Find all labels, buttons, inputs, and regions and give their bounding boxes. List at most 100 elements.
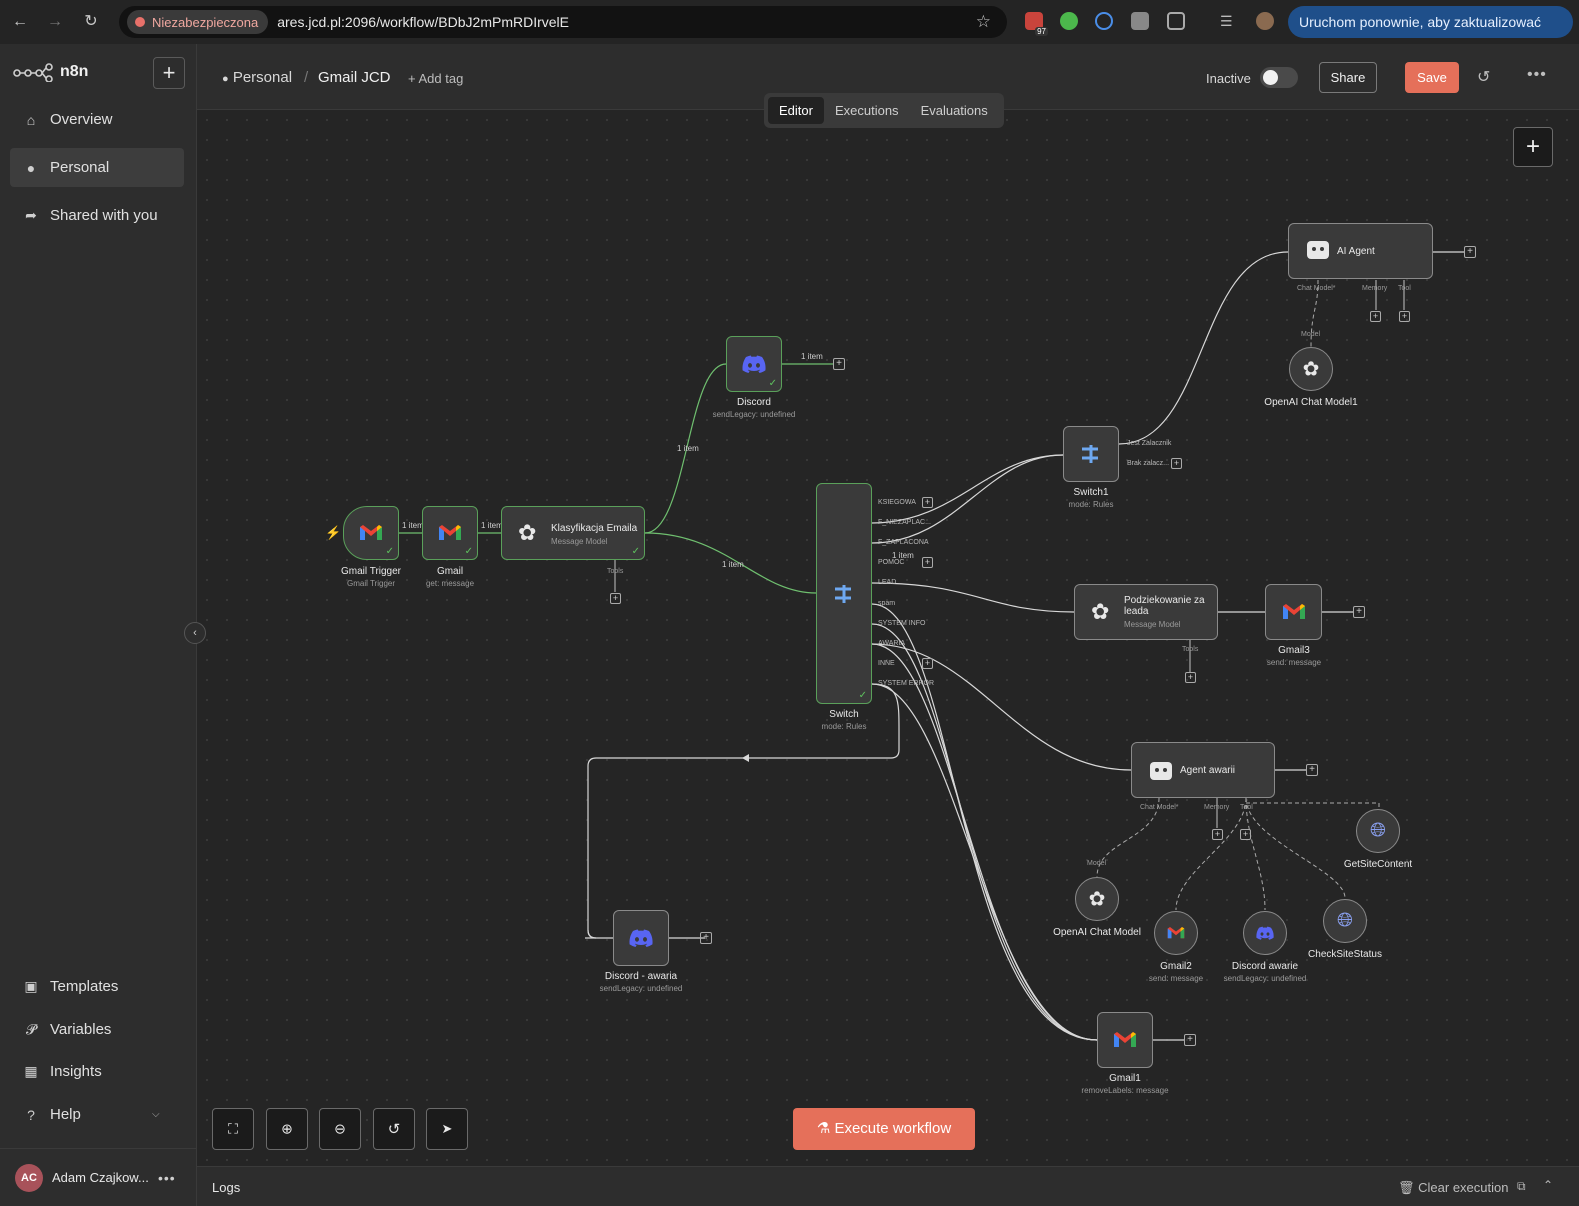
more-options-icon[interactable]: ••• — [1527, 66, 1547, 84]
node-podziekowanie-za-leada[interactable]: ✿ Podziekowanie za leada Message Model — [1074, 584, 1218, 640]
zoom-in-button[interactable]: ⊕ — [266, 1108, 308, 1150]
history-icon[interactable]: ↺ — [1477, 67, 1490, 87]
add-tool-button[interactable]: + — [1399, 311, 1410, 322]
logs-label: Logs — [212, 1180, 241, 1195]
add-next-node-button[interactable]: + — [922, 557, 933, 568]
extensions-puzzle-icon[interactable] — [1167, 12, 1185, 30]
add-next-node-button[interactable]: + — [700, 932, 712, 944]
create-new-button[interactable]: + — [153, 57, 185, 89]
chevron-up-icon[interactable]: ⌃ — [1543, 1178, 1553, 1192]
fit-view-button[interactable]: ⛶ — [212, 1108, 254, 1150]
add-memory-button[interactable]: + — [1212, 829, 1223, 840]
node-gmail3[interactable] — [1265, 584, 1322, 640]
workflow-name[interactable]: Gmail JCD — [318, 69, 391, 86]
breadcrumb-project[interactable]: ● Personal — [222, 69, 292, 86]
tab-executions[interactable]: Executions — [824, 97, 910, 124]
user-menu[interactable]: AC Adam Czajkow... ••• — [0, 1148, 196, 1206]
node-gmail-trigger[interactable]: ✓ — [343, 506, 399, 560]
logs-panel[interactable]: Logs 🗑︎ Clear execution ⧉ ⌃ — [197, 1166, 1579, 1206]
camera-extension-icon[interactable] — [1131, 12, 1149, 30]
node-discord-awaria[interactable] — [613, 910, 669, 966]
n8n-logo[interactable]: n8n — [13, 62, 88, 82]
workflow-canvas[interactable]: + ⚡ ✓ Gmail Trigger Gmail Trigger 1 item… — [197, 110, 1579, 1166]
execute-workflow-button[interactable]: ⚗ Execute workflow — [793, 1108, 975, 1150]
add-next-node-button[interactable]: + — [1464, 246, 1476, 258]
node-switch1[interactable] — [1063, 426, 1119, 482]
user-name: Adam Czajkow... — [52, 1170, 149, 1185]
add-next-node-button[interactable]: + — [833, 358, 845, 370]
node-title: Discord awarie — [1231, 961, 1299, 972]
add-tool-button[interactable]: + — [1185, 672, 1196, 683]
view-tabs: Editor Executions Evaluations — [764, 93, 1004, 128]
sidebar-item-templates[interactable]: ▣ Templates — [10, 967, 184, 1006]
node-agent-awarii[interactable]: Agent awarii — [1131, 742, 1275, 798]
browser-update-button[interactable]: Uruchom ponownie, aby zaktualizować — [1288, 6, 1573, 38]
add-next-node-button[interactable]: + — [922, 497, 933, 508]
sidebar-item-insights[interactable]: ▦ Insights — [10, 1052, 184, 1091]
discord-icon — [742, 355, 766, 373]
extension-blue-icon[interactable] — [1095, 12, 1113, 30]
node-openai-chat-model[interactable]: ✿ — [1075, 877, 1119, 921]
add-next-node-button[interactable]: + — [1353, 606, 1365, 618]
switch-output-label: Brak zalacz... — [1127, 460, 1170, 467]
node-subtitle: send: message — [1148, 974, 1204, 983]
share-button[interactable]: Share — [1319, 62, 1377, 93]
url-text[interactable]: ares.jcd.pl:2096/workflow/BDbJ2mPmRDIrve… — [277, 14, 569, 30]
node-subtitle: send: message — [1266, 658, 1322, 667]
edge-item-count: 1 item — [481, 521, 503, 530]
node-openai-chat-model1[interactable]: ✿ — [1289, 347, 1333, 391]
reset-zoom-button[interactable]: ↺ — [373, 1108, 415, 1150]
port-label-memory: Memory — [1362, 285, 1388, 292]
extension-green-icon[interactable] — [1060, 12, 1078, 30]
add-next-node-button[interactable]: + — [1184, 1034, 1196, 1046]
sidebar-item-personal[interactable]: ● Personal — [10, 148, 184, 187]
trigger-bolt-icon: ⚡ — [325, 525, 342, 540]
user-more-icon[interactable]: ••• — [158, 1170, 176, 1186]
add-memory-button[interactable]: + — [1370, 311, 1381, 322]
add-next-node-button[interactable]: + — [1171, 458, 1182, 469]
back-icon[interactable]: ← — [10, 12, 30, 32]
active-toggle[interactable] — [1260, 67, 1298, 88]
switch-output-label: F_ZAPLACONA — [878, 539, 929, 546]
node-gmail2[interactable] — [1154, 911, 1198, 955]
node-gmail[interactable]: ✓ — [422, 506, 478, 560]
gmail-icon — [1167, 927, 1185, 939]
add-tool-button[interactable]: + — [1240, 829, 1251, 840]
zoom-out-button[interactable]: ⊖ — [319, 1108, 361, 1150]
add-tool-button[interactable]: + — [610, 593, 621, 604]
insecure-badge[interactable]: Niezabezpieczona — [127, 10, 269, 34]
sidebar-item-shared[interactable]: ➦ Shared with you — [10, 196, 184, 235]
reload-icon[interactable]: ↻ — [81, 12, 101, 32]
bookmark-star-icon[interactable]: ☆ — [976, 12, 991, 32]
node-title: Gmail — [436, 566, 464, 577]
sidebar-item-help[interactable]: ? Help ⌵ — [10, 1095, 184, 1134]
collapse-sidebar-button[interactable]: ‹ — [184, 622, 206, 644]
sidebar-item-overview[interactable]: ⌂ Overview — [10, 100, 184, 139]
forward-icon[interactable]: → — [45, 12, 65, 32]
node-ai-agent[interactable]: AI Agent — [1288, 223, 1433, 279]
sidebar-item-variables[interactable]: 𝓟 Variables — [10, 1010, 184, 1049]
node-gmail1[interactable] — [1097, 1012, 1153, 1068]
add-next-node-button[interactable]: + — [922, 658, 933, 669]
node-klasyfikacja-emaila[interactable]: ✿ Klasyfikacja Emaila Message Model ✓ — [501, 506, 645, 560]
media-control-icon[interactable]: ☰ — [1220, 12, 1238, 30]
brand-name: n8n — [60, 63, 89, 80]
address-bar[interactable]: Niezabezpieczona ares.jcd.pl:2096/workfl… — [119, 6, 1007, 38]
save-button[interactable]: Save — [1405, 62, 1459, 93]
calendar-extension-icon[interactable]: 97 — [1025, 12, 1048, 36]
node-switch[interactable]: ✓ — [816, 483, 872, 704]
add-next-node-button[interactable]: + — [1306, 764, 1318, 776]
clear-execution-button[interactable]: 🗑︎ Clear execution — [1398, 1180, 1508, 1196]
success-check-icon: ✓ — [631, 546, 640, 557]
add-node-button[interactable]: + — [1513, 127, 1553, 167]
tab-evaluations[interactable]: Evaluations — [910, 97, 999, 124]
add-tag-button[interactable]: + Add tag — [408, 71, 463, 86]
node-discord-awarie[interactable] — [1243, 911, 1287, 955]
popout-icon[interactable]: ⧉ — [1517, 1179, 1526, 1194]
tidy-up-button[interactable]: ➤ — [426, 1108, 468, 1150]
node-discord[interactable]: ✓ — [726, 336, 782, 392]
node-checksitestatus[interactable]: 🌐︎ — [1323, 899, 1367, 943]
node-getsitecontent[interactable]: 🌐︎ — [1356, 809, 1400, 853]
profile-avatar-icon[interactable] — [1256, 12, 1274, 30]
tab-editor[interactable]: Editor — [768, 97, 824, 124]
